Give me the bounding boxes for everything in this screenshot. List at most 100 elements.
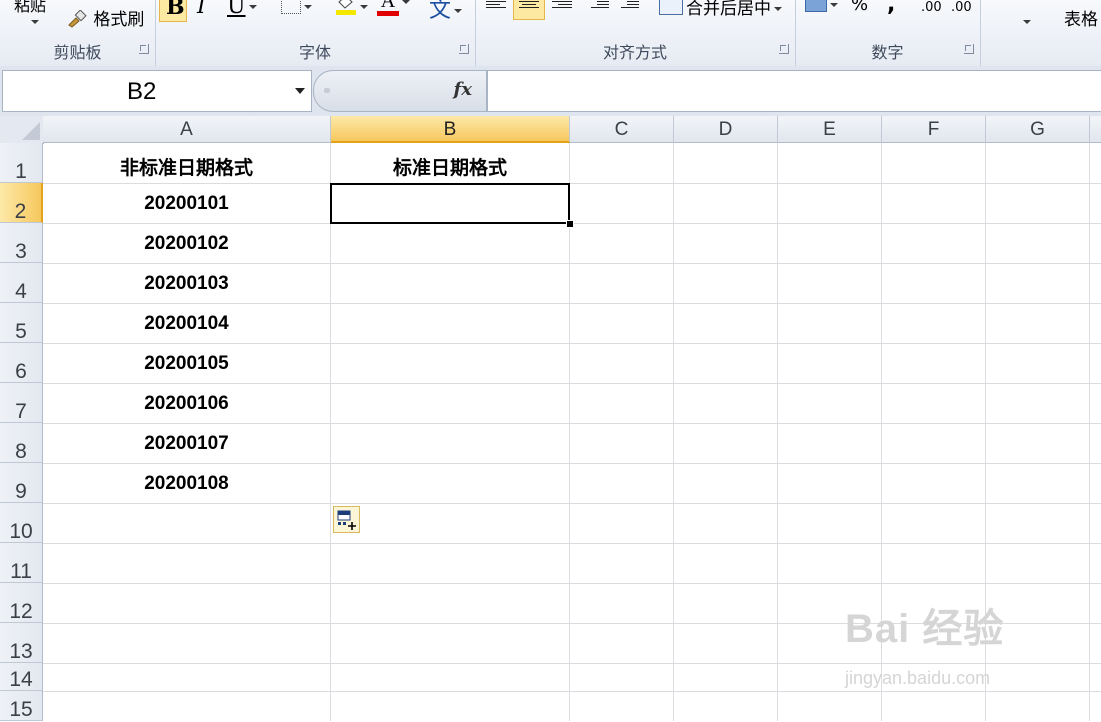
row-header-10[interactable]: 10 <box>0 503 43 543</box>
align-left-button[interactable] <box>481 0 511 20</box>
row-header-11[interactable]: 11 <box>0 543 43 583</box>
column-header-h[interactable] <box>1090 116 1101 143</box>
row-header-9[interactable]: 9 <box>0 463 43 503</box>
row-header-4[interactable]: 4 <box>0 263 43 303</box>
borders-icon <box>281 0 301 14</box>
font-color-icon: A <box>377 0 399 18</box>
chevron-down-icon <box>830 3 838 7</box>
name-box[interactable]: B2 <box>2 70 312 112</box>
row-header-13[interactable]: 13 <box>0 623 43 663</box>
gridline <box>43 423 1101 424</box>
align-center-button[interactable] <box>513 0 545 20</box>
chevron-down-icon[interactable] <box>295 88 305 94</box>
row-header-3[interactable]: 3 <box>0 223 43 263</box>
italic-button[interactable]: I <box>197 0 206 19</box>
underline-button[interactable]: U <box>227 0 257 19</box>
cell-a8[interactable]: 20200107 <box>43 433 330 455</box>
row-number: 7 <box>15 400 27 423</box>
fill-handle[interactable] <box>566 220 574 228</box>
gridline <box>330 143 331 721</box>
gridline <box>777 143 778 721</box>
cell-a4[interactable]: 20200103 <box>43 273 330 295</box>
row-header-12[interactable]: 12 <box>0 583 43 623</box>
selected-cell-b2[interactable] <box>330 183 570 224</box>
styles-group: 表格 <box>980 0 1101 66</box>
cell-a3[interactable]: 20200102 <box>43 233 330 255</box>
clipboard-launcher-icon[interactable] <box>139 44 149 54</box>
alignment-launcher-icon[interactable] <box>779 44 789 54</box>
increase-indent-icon <box>621 0 639 10</box>
font-launcher-icon[interactable] <box>459 44 469 54</box>
decrease-indent-icon <box>591 0 609 10</box>
auto-fill-options-button[interactable] <box>333 506 360 533</box>
gridline <box>43 583 1101 584</box>
row-number: 11 <box>10 560 32 583</box>
select-all-button[interactable] <box>0 116 44 144</box>
borders-button[interactable] <box>281 0 312 17</box>
brush-icon <box>66 9 88 28</box>
bold-button[interactable]: B <box>159 0 187 22</box>
decrease-decimal-button[interactable]: .00 <box>951 0 972 15</box>
alignment-group: 合并后居中 对齐方式 <box>475 0 796 66</box>
conditional-format-dropdown[interactable] <box>1020 12 1031 32</box>
fill-color-button[interactable] <box>335 0 368 17</box>
chevron-down-icon <box>774 7 782 11</box>
row-header-1[interactable]: 1 <box>0 143 43 183</box>
column-header-a[interactable]: A <box>43 116 331 143</box>
phonetic-button[interactable]: 文 <box>429 0 463 24</box>
splitter-handle[interactable] <box>324 88 330 93</box>
accounting-format-button[interactable] <box>805 0 838 15</box>
column-header-b[interactable]: B <box>331 116 570 143</box>
percent-button[interactable]: % <box>851 0 868 15</box>
paste-dropdown[interactable] <box>28 12 39 32</box>
format-painter-button[interactable]: 格式刷 <box>66 5 144 30</box>
row-header-2[interactable]: 2 <box>0 183 43 223</box>
cell-a9[interactable]: 20200108 <box>43 473 330 495</box>
number-group-label: 数字 <box>871 43 904 62</box>
column-header-c[interactable]: C <box>570 116 674 143</box>
column-header-d[interactable]: D <box>674 116 778 143</box>
chevron-down-icon <box>360 5 368 9</box>
row-header-14[interactable]: 14 <box>0 663 43 691</box>
row-number: 10 <box>9 520 33 543</box>
gridline <box>43 503 1101 504</box>
column-header-g[interactable]: G <box>986 116 1090 143</box>
cell-a6[interactable]: 20200105 <box>43 353 330 375</box>
formula-bar: B2 fx <box>0 66 1101 117</box>
cell-b1[interactable]: 标准日期格式 <box>331 153 569 180</box>
table-format-button[interactable]: 表格 <box>1064 5 1098 30</box>
gridline <box>43 263 1101 264</box>
cell-a5[interactable]: 20200104 <box>43 313 330 335</box>
chevron-down-icon <box>304 5 312 9</box>
font-color-button[interactable]: A <box>377 0 410 18</box>
row-number: 14 <box>9 668 33 691</box>
row-header-8[interactable]: 8 <box>0 423 43 463</box>
row-header-7[interactable]: 7 <box>0 383 43 423</box>
comma-button[interactable]: , <box>887 0 895 17</box>
merge-center-label: 合并后居中 <box>686 0 771 19</box>
cell-a2[interactable]: 20200101 <box>43 193 330 215</box>
decrease-indent-button[interactable] <box>587 0 613 20</box>
column-header-f[interactable]: F <box>882 116 986 143</box>
cell-a7[interactable]: 20200106 <box>43 393 330 415</box>
merge-center-button[interactable]: 合并后居中 <box>659 0 782 19</box>
currency-icon <box>805 0 827 12</box>
increase-decimal-button[interactable]: .00 <box>921 0 942 15</box>
row-number: 4 <box>15 280 27 303</box>
row-number: 8 <box>15 440 27 463</box>
cell-a1[interactable]: 非标准日期格式 <box>43 153 330 180</box>
increase-indent-button[interactable] <box>617 0 643 20</box>
row-header-15[interactable]: 15 <box>0 691 43 721</box>
column-header-e[interactable]: E <box>778 116 882 143</box>
formula-input[interactable] <box>487 70 1101 112</box>
row-header-5[interactable]: 5 <box>0 303 43 343</box>
row-header-6[interactable]: 6 <box>0 343 43 383</box>
gridline <box>43 543 1101 544</box>
number-launcher-icon[interactable] <box>964 44 974 54</box>
number-group: % , .00 .00 数字 <box>795 0 981 66</box>
formula-controls: fx <box>313 70 487 112</box>
align-center-icon <box>519 0 539 10</box>
underline-label: U <box>227 0 246 19</box>
align-right-button[interactable] <box>547 0 577 20</box>
insert-function-icon[interactable]: fx <box>454 79 472 100</box>
